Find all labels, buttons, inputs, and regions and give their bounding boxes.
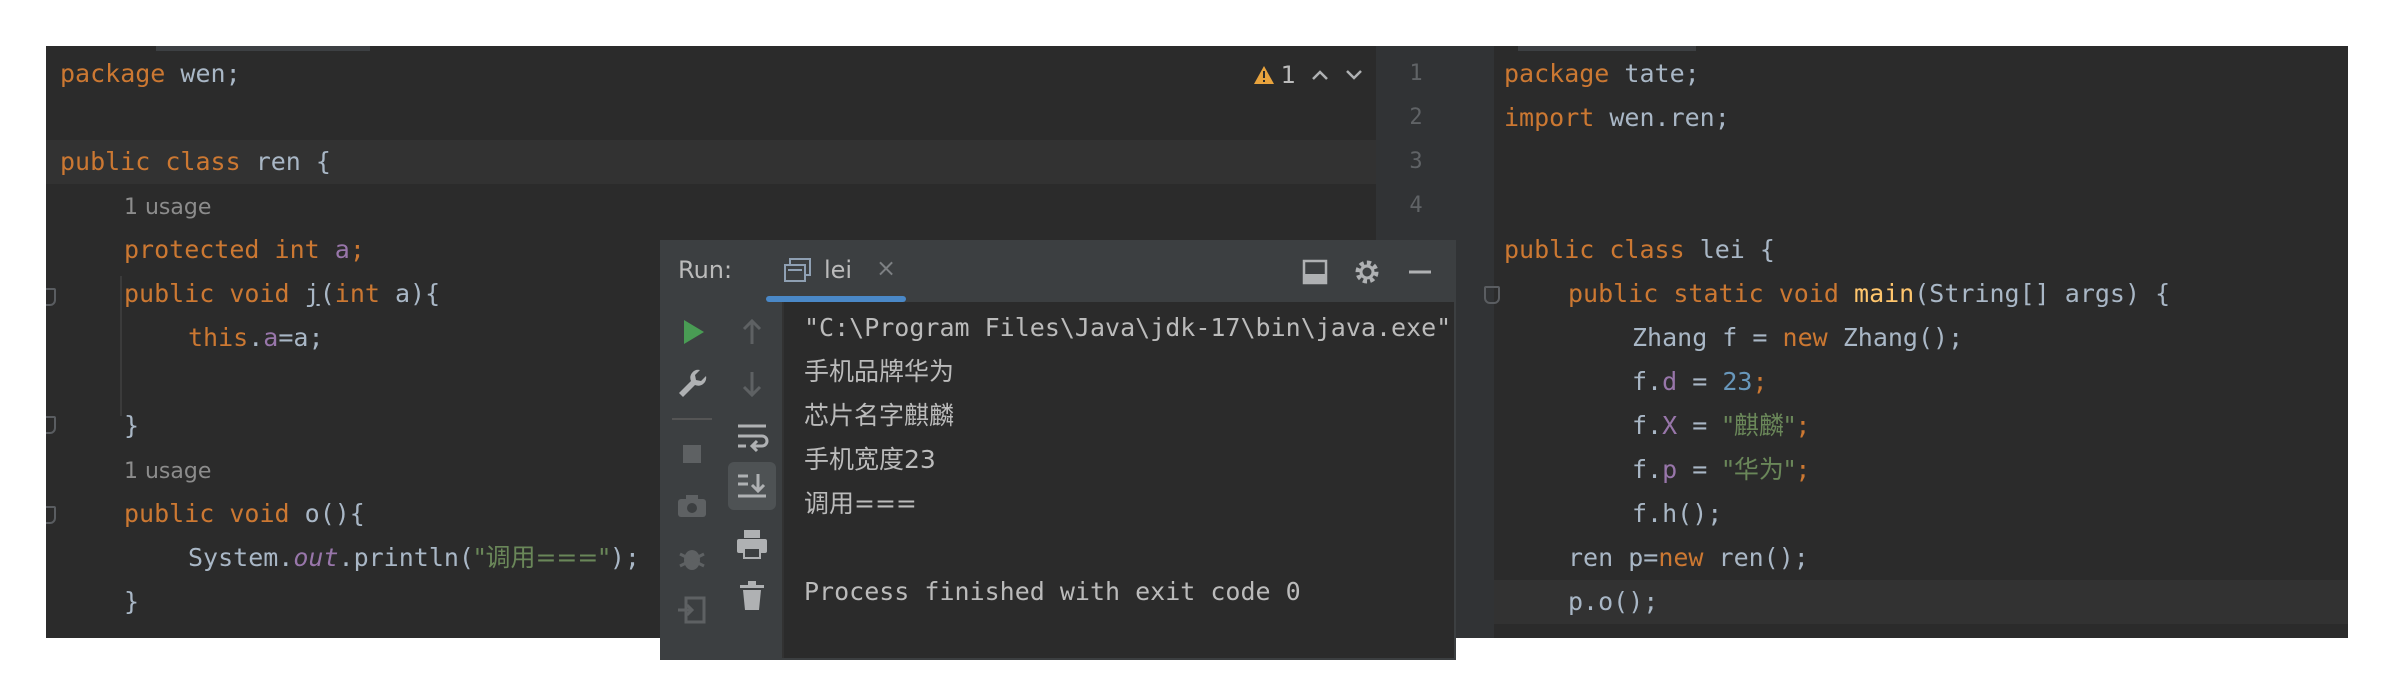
- code-line[interactable]: f.d = 23;: [1632, 360, 2348, 404]
- run-window-header: Run: lei ×: [662, 242, 1454, 302]
- usage-hint[interactable]: 1 usage: [46, 184, 1376, 228]
- console-output-line: 调用===: [804, 489, 917, 518]
- run-toolbar-primary: [662, 302, 722, 658]
- scroll-to-end-icon: [738, 474, 766, 498]
- fold-marker[interactable]: [1484, 286, 1500, 304]
- editor-scroll-indicator: [156, 46, 370, 51]
- arrow-up-icon[interactable]: [732, 312, 772, 352]
- code-line[interactable]: package wen;: [46, 52, 1376, 96]
- line-number: 2: [1409, 105, 1423, 130]
- active-tab-underline: [766, 296, 906, 302]
- minimize-icon[interactable]: [1406, 258, 1434, 286]
- console-output-line: 手机宽度23: [804, 445, 936, 474]
- console-output-line: 芯片名字麒麟: [804, 401, 955, 430]
- stop-icon[interactable]: [672, 434, 712, 474]
- rerun-icon[interactable]: [672, 312, 712, 352]
- code-line-current[interactable]: public class ren {: [46, 140, 1376, 184]
- wrench-icon[interactable]: [672, 364, 712, 404]
- arrow-down-icon[interactable]: [732, 364, 772, 404]
- code-line[interactable]: p.o();: [1568, 580, 2348, 624]
- print-icon[interactable]: [732, 524, 772, 564]
- code-line[interactable]: f.p = "华为";: [1632, 448, 2348, 492]
- line-number: 4: [1409, 193, 1423, 218]
- console-tab-icon: [784, 258, 811, 282]
- code-line[interactable]: public class lei {: [1504, 228, 2348, 272]
- run-toolbar-secondary: [722, 302, 784, 658]
- soft-wrap-icon[interactable]: [732, 416, 772, 456]
- console-output-line: 手机品牌华为: [804, 357, 955, 386]
- code-line[interactable]: package tate;: [1504, 52, 2348, 96]
- run-tab-lei[interactable]: lei ×: [766, 242, 948, 302]
- trash-icon[interactable]: [732, 576, 772, 616]
- run-window-title: Run:: [678, 256, 733, 284]
- close-tab-icon[interactable]: ×: [876, 254, 896, 282]
- line-number: 1: [1409, 61, 1423, 86]
- console-output-line: "C:\Program Files\Java\jdk-17\bin\java.e…: [804, 313, 1452, 342]
- line-number: 3: [1409, 149, 1423, 174]
- console-exit-message: Process finished with exit code 0: [804, 577, 1301, 606]
- exit-icon[interactable]: [672, 590, 712, 630]
- editor-scroll-indicator: [1518, 46, 1696, 51]
- restore-layout-icon[interactable]: [1302, 259, 1328, 285]
- code-line[interactable]: Zhang f = new Zhang();: [1632, 316, 2348, 360]
- code-line[interactable]: f.h();: [1632, 492, 2348, 536]
- run-tool-window[interactable]: Run: lei × "C:\Program Files\Java\jdk-17…: [660, 240, 1456, 660]
- code-line[interactable]: import wen.ren;: [1504, 96, 2348, 140]
- code-line[interactable]: f.X = "麒麟";: [1632, 404, 2348, 448]
- debug-bug-icon[interactable]: [672, 538, 712, 578]
- run-tab-label: lei: [824, 256, 853, 284]
- toolbar-divider: [672, 418, 712, 420]
- right-editor[interactable]: 1 2 3 4 package tate; import wen.ren; pu…: [1376, 46, 2348, 638]
- code-line[interactable]: ren p=new ren();: [1568, 536, 2348, 580]
- code-line[interactable]: public static void main(String[] args) {: [1568, 272, 2348, 316]
- scroll-to-end-toggle[interactable]: [728, 462, 776, 510]
- camera-icon[interactable]: [672, 486, 712, 526]
- gear-icon[interactable]: [1352, 257, 1382, 287]
